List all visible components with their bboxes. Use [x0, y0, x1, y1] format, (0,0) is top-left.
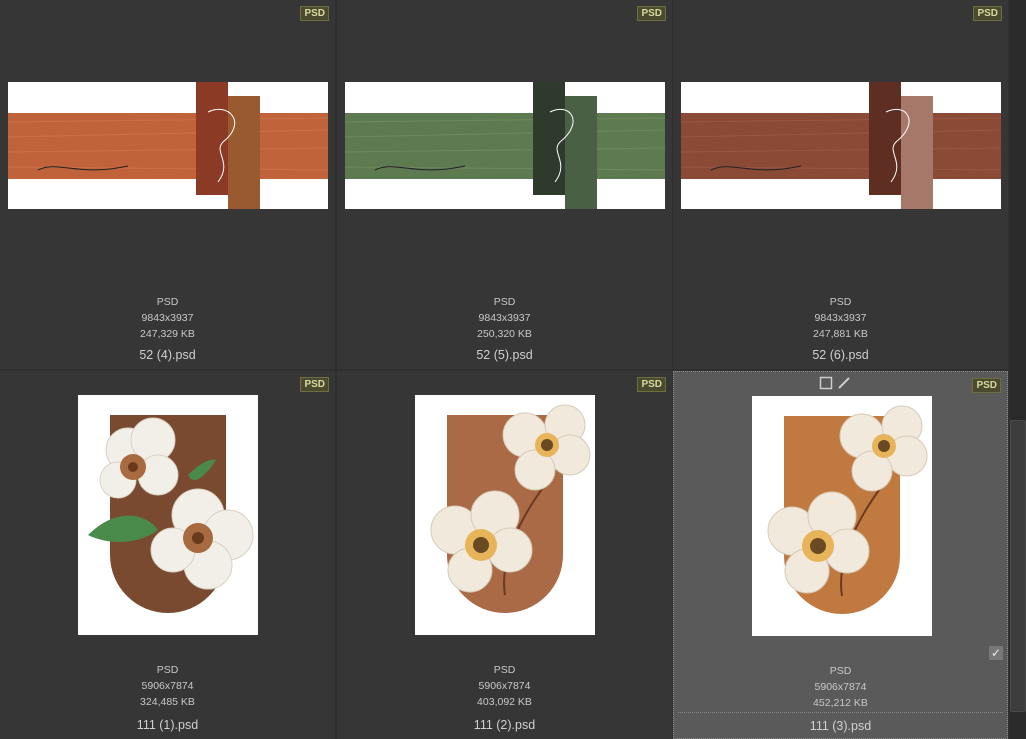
selection-tools: [819, 376, 851, 395]
file-meta: PSD 9843x3937 250,320 KB: [337, 294, 672, 342]
file-type-badge: PSD: [300, 6, 329, 21]
file-meta: PSD 9843x3937 247,881 KB: [673, 294, 1008, 342]
preview-image: [681, 82, 1001, 209]
file-size: 324,485 KB: [140, 696, 195, 708]
file-name[interactable]: 111 (1).psd: [0, 718, 335, 732]
thumbnail-grid: PSD PSD 9843x3937 247,329 KB 52 (4).psd: [0, 0, 1008, 739]
file-type: PSD: [829, 665, 852, 677]
file-thumbnail-cell-selected[interactable]: PSD ✓ PSD 5906x7874 452,212 KB 111 (3).p…: [673, 371, 1008, 739]
file-meta: PSD 9843x3937 247,329 KB: [0, 294, 335, 342]
scrollbar-thumb[interactable]: [1010, 420, 1026, 712]
file-size: 452,212 KB: [813, 697, 868, 709]
preview-image: [78, 395, 258, 635]
file-name[interactable]: 52 (6).psd: [673, 348, 1008, 362]
file-type: PSD: [156, 296, 179, 308]
file-name[interactable]: 111 (2).psd: [337, 718, 672, 732]
preview-image: [752, 396, 932, 636]
file-meta: PSD 5906x7874 324,485 KB: [0, 662, 335, 710]
file-name[interactable]: 111 (3).psd: [674, 719, 1007, 733]
file-type-badge: PSD: [637, 377, 666, 392]
file-type: PSD: [493, 664, 516, 676]
file-size: 403,092 KB: [477, 696, 532, 708]
checkmark-icon[interactable]: ✓: [989, 646, 1003, 660]
file-dimensions: 5906x7874: [141, 680, 194, 692]
square-icon[interactable]: [819, 376, 833, 395]
file-meta: PSD 5906x7874 452,212 KB: [674, 663, 1007, 711]
file-dimensions: 9843x3937: [478, 312, 531, 324]
file-name[interactable]: 52 (4).psd: [0, 348, 335, 362]
preview-image: [8, 82, 328, 209]
pencil-icon[interactable]: [837, 376, 851, 395]
file-type: PSD: [829, 296, 852, 308]
file-thumbnail-cell[interactable]: PSD PSD 5906x7874 324,485 KB 111 (1).psd: [0, 371, 335, 739]
file-type: PSD: [156, 664, 179, 676]
file-thumbnail-cell[interactable]: PSD PSD 9843x3937 247,881 KB 52 (6).psd: [673, 0, 1008, 369]
file-type-badge: PSD: [973, 6, 1002, 21]
file-type-badge: PSD: [300, 377, 329, 392]
file-size: 250,320 KB: [477, 328, 532, 340]
divider: [678, 712, 1003, 713]
file-dimensions: 9843x3937: [141, 312, 194, 324]
file-dimensions: 5906x7874: [478, 680, 531, 692]
file-meta: PSD 5906x7874 403,092 KB: [337, 662, 672, 710]
file-dimensions: 9843x3937: [814, 312, 867, 324]
file-type-badge: PSD: [972, 378, 1001, 393]
file-thumbnail-cell[interactable]: PSD PSD 9843x3937 250,320 KB 52 (5).psd: [337, 0, 672, 369]
file-size: 247,881 KB: [813, 328, 868, 340]
preview-image: [345, 82, 665, 209]
file-dimensions: 5906x7874: [814, 681, 867, 693]
file-thumbnail-cell[interactable]: PSD PSD 5906x7874 403,092 KB 111 (2).psd: [337, 371, 672, 739]
file-type-badge: PSD: [637, 6, 666, 21]
file-name[interactable]: 52 (5).psd: [337, 348, 672, 362]
file-size: 247,329 KB: [140, 328, 195, 340]
file-type: PSD: [493, 296, 516, 308]
file-thumbnail-cell[interactable]: PSD PSD 9843x3937 247,329 KB 52 (4).psd: [0, 0, 335, 369]
preview-image: [415, 395, 595, 635]
